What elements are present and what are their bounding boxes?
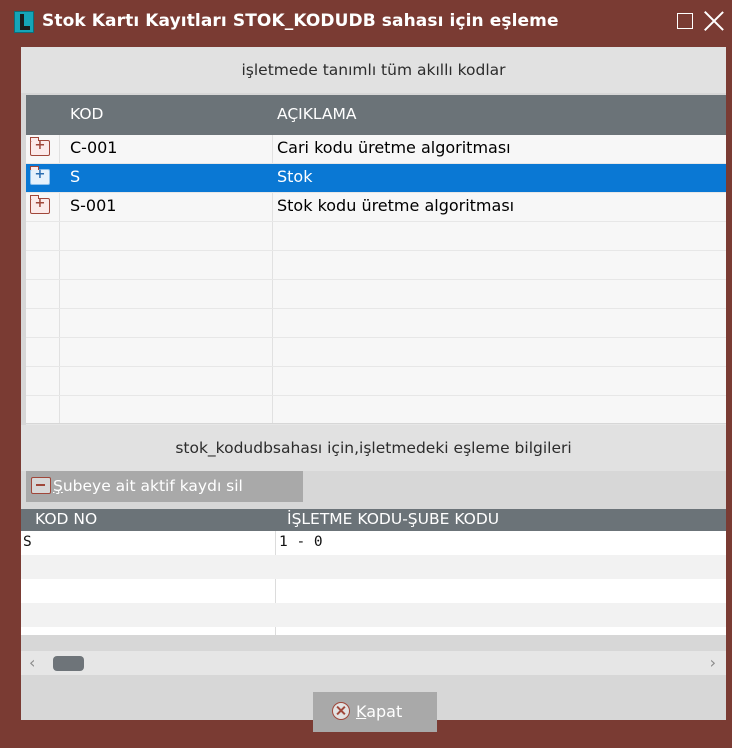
smart-codes-grid[interactable]: KOD AÇIKLAMA + C-001 Cari kodu üretme al…: [26, 95, 726, 425]
scrollbar-thumb[interactable]: [53, 656, 84, 671]
dialog-footer: Kapat: [21, 678, 726, 732]
scroll-left-icon[interactable]: ‹: [29, 653, 35, 672]
dialog-body: işletmede tanımlı tüm akıllı kodlar KOD …: [21, 47, 726, 732]
cell-kod: C-001: [70, 138, 118, 157]
close-circle-icon: [332, 702, 350, 720]
empty-row: [26, 280, 726, 309]
close-icon[interactable]: [703, 10, 725, 32]
maximize-icon[interactable]: [677, 13, 693, 29]
dialog-window: Stok Kartı Kayıtları STOK_KODUDB sahası …: [0, 0, 732, 748]
cell-aciklama: Stok kodu üretme algoritması: [277, 196, 515, 215]
delete-button-label: Şubeye ait aktif kaydı sil: [53, 477, 243, 495]
empty-row: [21, 555, 726, 579]
empty-row: [26, 367, 726, 396]
cell-kod: S-001: [70, 196, 117, 215]
bottom-section-header: stok_kodudbsahası için,işletmedeki eşlem…: [21, 425, 726, 471]
expand-folder-icon[interactable]: +: [30, 166, 50, 185]
empty-row: [26, 396, 726, 425]
horizontal-scrollbar[interactable]: ‹ ›: [21, 651, 726, 675]
column-header-isletme-sube[interactable]: İŞLETME KODU-ŞUBE KODU: [287, 510, 499, 528]
minus-folder-icon: [31, 477, 51, 494]
cell-aciklama: Stok: [277, 167, 313, 186]
empty-row: [26, 222, 726, 251]
scroll-right-icon[interactable]: ›: [710, 653, 716, 672]
grid-header: KOD AÇIKLAMA: [26, 95, 726, 135]
column-header-kod[interactable]: KOD: [70, 105, 103, 123]
table-row[interactable]: S 1 - 0: [21, 531, 726, 555]
table-row[interactable]: + C-001 Cari kodu üretme algoritması: [26, 135, 726, 164]
cell-kod-no: S: [23, 534, 32, 550]
grid-header: KOD NO İŞLETME KODU-ŞUBE KODU: [21, 509, 726, 531]
expand-folder-icon[interactable]: +: [30, 137, 50, 156]
table-row[interactable]: + S-001 Stok kodu üretme algoritması: [26, 193, 726, 222]
column-header-kod-no[interactable]: KOD NO: [35, 510, 97, 528]
table-row-selected[interactable]: + S Stok: [26, 164, 726, 193]
mapping-grid[interactable]: KOD NO İŞLETME KODU-ŞUBE KODU S 1 - 0: [21, 509, 726, 635]
empty-row: [26, 338, 726, 367]
column-header-aciklama[interactable]: AÇIKLAMA: [277, 105, 356, 123]
cell-isletme-sube: 1 - 0: [279, 534, 323, 550]
empty-row: [21, 603, 726, 627]
delete-branch-record-button[interactable]: Şubeye ait aktif kaydı sil: [26, 471, 303, 502]
close-button-label: Kapat: [356, 702, 403, 721]
expand-folder-icon[interactable]: +: [30, 195, 50, 214]
empty-row: [26, 251, 726, 280]
title-bar: Stok Kartı Kayıtları STOK_KODUDB sahası …: [0, 0, 732, 44]
window-title: Stok Kartı Kayıtları STOK_KODUDB sahası …: [42, 11, 559, 31]
app-logo-icon: [14, 11, 34, 33]
top-section-header: işletmede tanımlı tüm akıllı kodlar: [21, 47, 726, 93]
close-button[interactable]: Kapat: [313, 692, 437, 732]
empty-row: [26, 309, 726, 338]
cell-aciklama: Cari kodu üretme algoritması: [277, 138, 511, 157]
empty-row: [21, 579, 726, 603]
cell-kod: S: [70, 167, 81, 186]
